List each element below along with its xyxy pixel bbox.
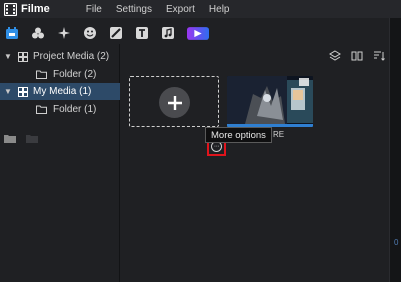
- folder-icon: [36, 70, 47, 79]
- film-logo-icon: [4, 2, 17, 16]
- grid-icon: [18, 51, 28, 62]
- tree-item-label: Folder (2): [53, 69, 97, 80]
- tree-item-my-folder[interactable]: Folder (1): [0, 101, 120, 118]
- music-icon: [162, 27, 174, 39]
- effects-tab-button[interactable]: [30, 25, 46, 41]
- grid-icon: [18, 86, 28, 97]
- filme-window: Filme File Settings Export Help ▼ Projec…: [0, 0, 401, 282]
- video-thumbnail-image: [227, 76, 313, 127]
- menu-help[interactable]: Help: [209, 4, 230, 15]
- media-tab-button[interactable]: [4, 25, 20, 41]
- tree-item-label: My Media (1): [33, 86, 92, 97]
- thumbnail-caption: RE: [273, 130, 285, 139]
- ai-tab-button[interactable]: [186, 25, 210, 41]
- sparkle-tab-button[interactable]: [56, 25, 72, 41]
- grid-view-icon[interactable]: [351, 50, 363, 62]
- layers-icon[interactable]: [329, 50, 341, 62]
- music-tab-button[interactable]: [160, 25, 176, 41]
- tree-item-project-media[interactable]: ▼ Project Media (2): [0, 48, 120, 65]
- media-content-area: ··· RE More options: [121, 44, 389, 282]
- effects-icon: [32, 27, 44, 39]
- menu-export[interactable]: Export: [166, 4, 195, 15]
- transition-tab-button[interactable]: [108, 25, 124, 41]
- sticker-icon: [84, 27, 96, 39]
- delete-folder-icon[interactable]: [26, 130, 38, 143]
- sort-icon[interactable]: [373, 50, 385, 62]
- add-media-button[interactable]: [159, 87, 190, 118]
- expand-triangle-icon[interactable]: ▼: [4, 87, 12, 96]
- import-media-tile[interactable]: ···: [129, 76, 226, 156]
- transition-icon: [110, 27, 122, 39]
- media-toolbar: [0, 22, 401, 44]
- text-tab-button[interactable]: [134, 25, 150, 41]
- media-thumbnail[interactable]: [227, 76, 313, 127]
- text-icon: [136, 27, 148, 39]
- more-options-tooltip: More options: [205, 127, 272, 143]
- menu-settings[interactable]: Settings: [116, 4, 152, 15]
- tree-item-label: Project Media (2): [33, 51, 110, 62]
- folder-actions: [4, 130, 38, 143]
- expand-triangle-icon[interactable]: ▼: [4, 52, 12, 61]
- media-icon: [6, 27, 18, 39]
- menu-bar: Filme File Settings Export Help: [0, 0, 401, 18]
- ai-icon: [187, 26, 209, 40]
- new-folder-icon[interactable]: [4, 130, 16, 143]
- tree-item-my-media[interactable]: ▼ My Media (1): [0, 83, 120, 100]
- media-library-panel: ▼ Project Media (2) Folder (2) ▼ My Medi…: [0, 44, 120, 282]
- right-panel-label: 0: [394, 238, 399, 247]
- view-options: [329, 50, 385, 62]
- menu-file[interactable]: File: [86, 4, 102, 15]
- sparkle-icon: [58, 27, 70, 39]
- plus-icon: [167, 95, 182, 110]
- tree-item-project-folder[interactable]: Folder (2): [0, 66, 120, 83]
- app-logo: Filme: [4, 2, 50, 16]
- sticker-tab-button[interactable]: [82, 25, 98, 41]
- app-name: Filme: [21, 3, 50, 15]
- folder-icon: [36, 105, 47, 114]
- tree-item-label: Folder (1): [53, 104, 97, 115]
